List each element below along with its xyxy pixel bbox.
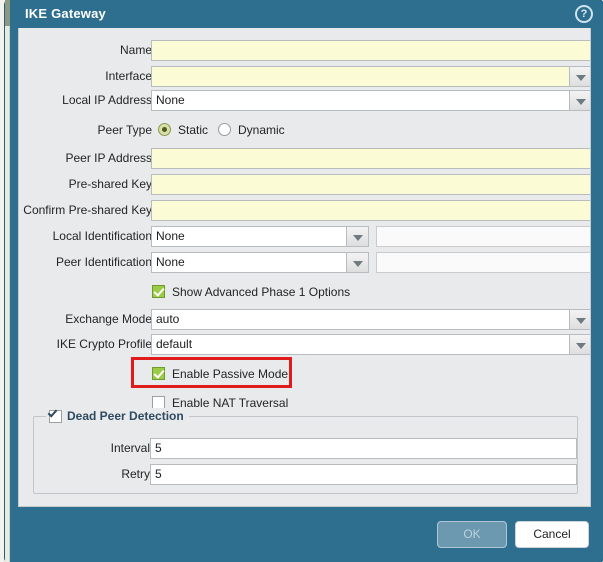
radio-label-static: Static bbox=[178, 123, 209, 137]
label-confirm-pre-shared-key: Confirm Pre-shared Key bbox=[23, 203, 152, 217]
dialog-titlebar: IKE Gateway ? bbox=[5, 0, 603, 28]
label-retry: Retry bbox=[121, 467, 150, 481]
label-exchange-mode: Exchange Mode bbox=[65, 312, 152, 326]
window-left-edge bbox=[5, 0, 10, 562]
dialog-body: Name Interface Local IP Address None Pee… bbox=[18, 28, 591, 507]
input-name[interactable] bbox=[151, 40, 590, 61]
checkbox-dead-peer-detection[interactable] bbox=[49, 410, 62, 423]
input-peer-identification-value[interactable] bbox=[376, 252, 590, 273]
input-local-ip-address[interactable]: None bbox=[151, 90, 570, 111]
checkbox-label-enable-nat-traversal: Enable NAT Traversal bbox=[172, 396, 289, 410]
label-interface: Interface bbox=[105, 69, 152, 83]
label-name: Name bbox=[119, 43, 152, 57]
label-local-identification: Local Identification bbox=[52, 229, 152, 243]
chevron-down-icon-interface[interactable] bbox=[570, 66, 590, 87]
field-row-ike-crypto-profile: IKE Crypto Profile default bbox=[19, 334, 590, 356]
label-pre-shared-key: Pre-shared Key bbox=[68, 177, 152, 191]
field-row-interval: Interval 5 bbox=[34, 438, 577, 460]
cancel-button[interactable]: Cancel bbox=[515, 521, 589, 548]
input-retry[interactable]: 5 bbox=[150, 464, 577, 485]
input-local-identification-value[interactable] bbox=[376, 226, 590, 247]
ok-button[interactable]: OK bbox=[437, 521, 507, 548]
dialog-footer: OK Cancel bbox=[5, 507, 603, 562]
select-peer-identification[interactable]: None bbox=[151, 252, 347, 273]
label-peer-type: Peer Type bbox=[97, 123, 152, 137]
field-row-local-identification: Local Identification None bbox=[19, 226, 590, 248]
label-local-ip-address: Local IP Address bbox=[62, 93, 152, 107]
chevron-down-icon-local-identification[interactable] bbox=[347, 226, 369, 247]
input-peer-ip-address[interactable] bbox=[151, 148, 590, 169]
label-peer-ip-address: Peer IP Address bbox=[65, 151, 153, 165]
field-row-peer-ip-address: Peer IP Address bbox=[19, 148, 590, 170]
radio-static[interactable] bbox=[158, 123, 171, 136]
field-row-exchange-mode: Exchange Mode auto bbox=[19, 309, 590, 331]
input-interval[interactable]: 5 bbox=[150, 438, 577, 459]
chevron-down-icon-peer-identification[interactable] bbox=[347, 252, 369, 273]
help-circle-icon[interactable]: ? bbox=[575, 5, 593, 23]
chevron-down-icon-local-ip-address[interactable] bbox=[570, 90, 590, 111]
dialog-title: IKE Gateway bbox=[25, 6, 106, 21]
radio-label-dynamic: Dynamic bbox=[238, 123, 285, 137]
ike-gateway-dialog: IKE Gateway ? Name Interface Local IP Ad… bbox=[5, 0, 603, 562]
select-ike-crypto-profile[interactable]: default bbox=[151, 334, 570, 355]
field-row-peer-type: Peer Type Static Dynamic bbox=[19, 120, 590, 142]
label-interval: Interval bbox=[110, 441, 150, 455]
field-row-local-ip-address: Local IP Address None bbox=[19, 90, 590, 112]
input-pre-shared-key[interactable] bbox=[151, 174, 590, 195]
field-row-name: Name bbox=[19, 40, 590, 62]
label-peer-identification: Peer Identification bbox=[55, 255, 152, 269]
checkbox-label-enable-passive-mode: Enable Passive Mode bbox=[172, 367, 289, 381]
dead-peer-detection-group: Dead Peer Detection Interval 5 Retry 5 bbox=[33, 408, 578, 494]
dead-peer-detection-legend[interactable]: Dead Peer Detection bbox=[46, 408, 189, 425]
field-row-pre-shared-key: Pre-shared Key bbox=[19, 174, 590, 196]
field-row-confirm-pre-shared-key: Confirm Pre-shared Key bbox=[19, 200, 590, 222]
checkbox-enable-passive-mode[interactable] bbox=[152, 367, 165, 380]
field-row-retry: Retry 5 bbox=[34, 464, 577, 486]
select-local-identification[interactable]: None bbox=[151, 226, 347, 247]
input-confirm-pre-shared-key[interactable] bbox=[151, 200, 590, 221]
checkbox-label-show-advanced-phase-1-options: Show Advanced Phase 1 Options bbox=[172, 285, 351, 299]
label-ike-crypto-profile: IKE Crypto Profile bbox=[56, 337, 152, 351]
chevron-down-icon-ike-crypto-profile[interactable] bbox=[570, 334, 590, 355]
checkbox-show-advanced-phase-1-options[interactable] bbox=[152, 285, 165, 298]
input-interface[interactable] bbox=[151, 66, 570, 87]
select-exchange-mode[interactable]: auto bbox=[151, 309, 570, 330]
dead-peer-detection-label: Dead Peer Detection bbox=[67, 409, 184, 423]
radio-option-dynamic[interactable]: Dynamic bbox=[218, 120, 308, 141]
radio-dynamic[interactable] bbox=[218, 123, 231, 136]
field-row-interface: Interface bbox=[19, 66, 590, 88]
chevron-down-icon-exchange-mode[interactable] bbox=[570, 309, 590, 330]
field-row-peer-identification: Peer Identification None bbox=[19, 252, 590, 274]
